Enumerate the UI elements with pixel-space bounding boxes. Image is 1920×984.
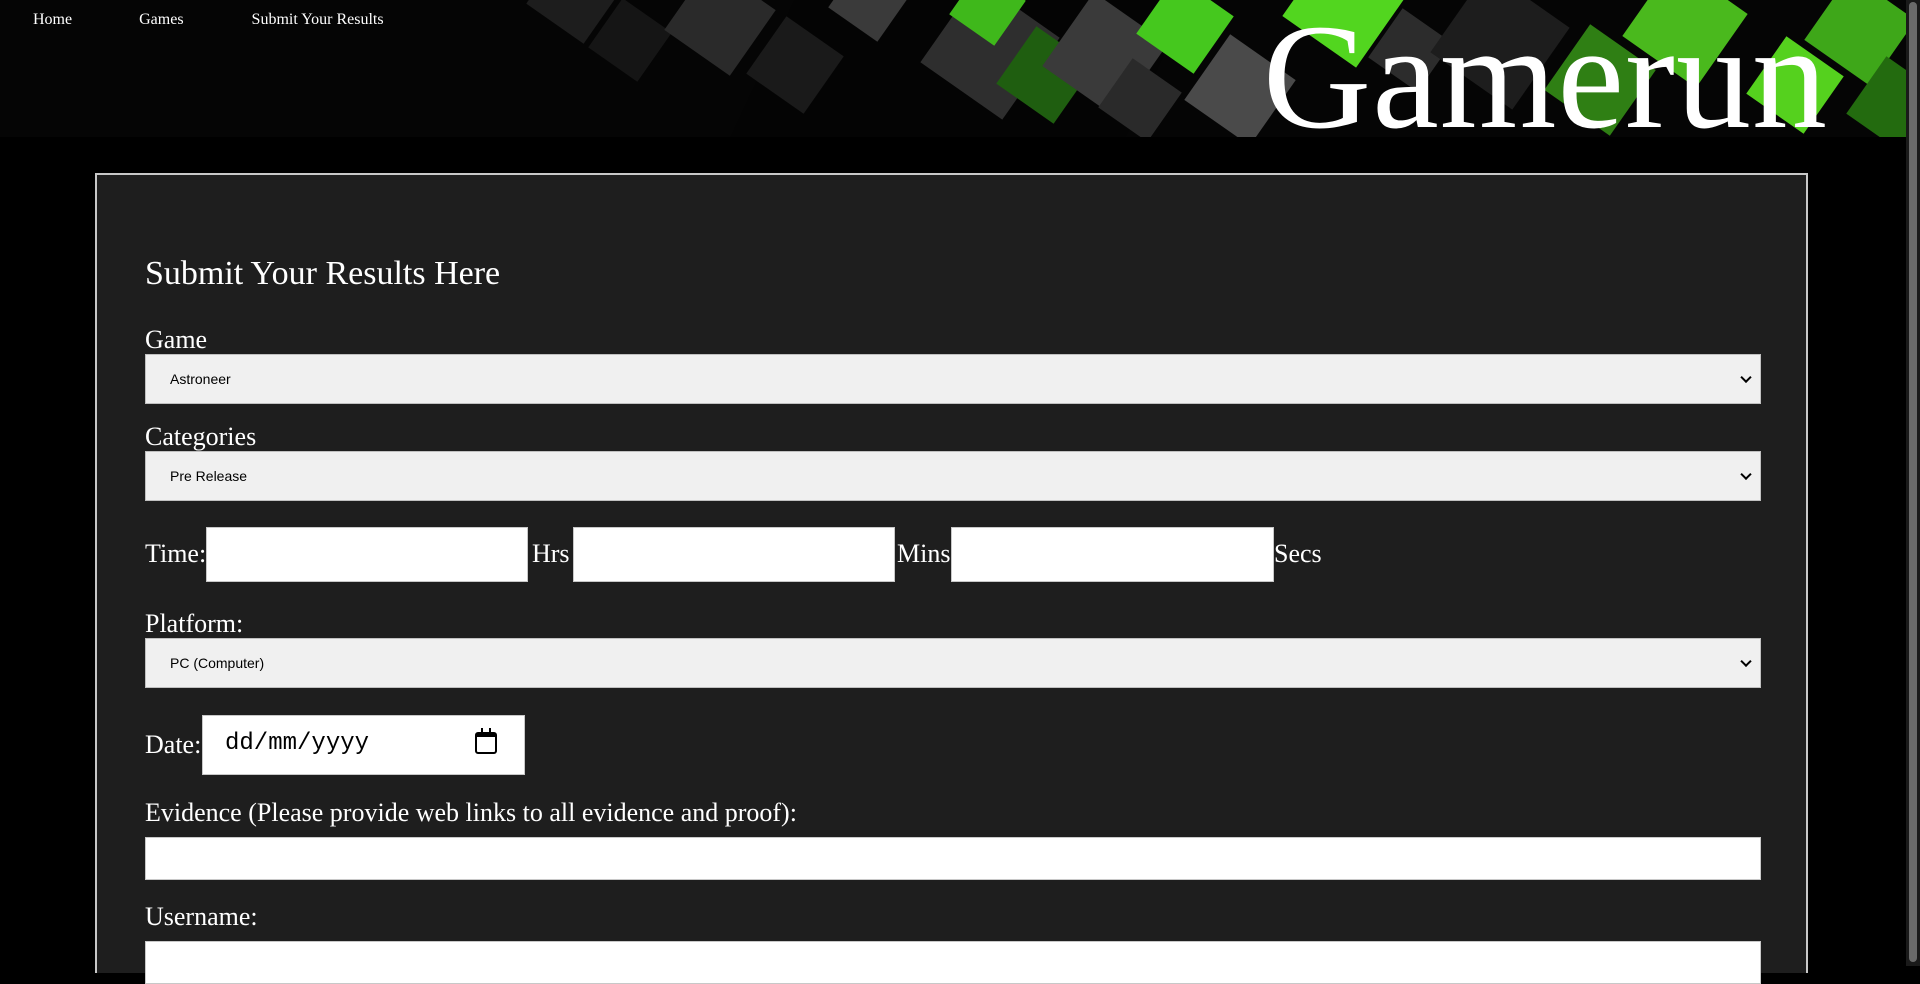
categories-select[interactable]: Pre Release [145, 451, 1761, 501]
evidence-label: Evidence (Please provide web links to al… [145, 798, 797, 827]
date-placeholder: dd/mm/yyyy [225, 730, 370, 757]
username-input[interactable] [145, 941, 1761, 984]
scrollbar-thumb[interactable] [1909, 2, 1917, 962]
nav-submit-results-link[interactable]: Submit Your Results [252, 11, 384, 29]
calendar-icon[interactable] [475, 728, 497, 754]
submit-form-panel: Submit Your Results Here Game Astroneer … [95, 173, 1808, 984]
banner-cube [828, 0, 912, 42]
username-label: Username: [145, 902, 258, 931]
form-title: Submit Your Results Here [145, 255, 501, 292]
page-scrollbar[interactable] [1906, 0, 1920, 966]
header-banner: Home Games Submit Your Results Gamerun [0, 0, 1920, 137]
top-nav: Home Games Submit Your Results [33, 11, 384, 29]
hrs-label: Hrs [532, 539, 570, 568]
nav-home-link[interactable]: Home [33, 11, 72, 29]
seconds-input[interactable] [951, 527, 1274, 582]
hours-input[interactable] [206, 527, 528, 582]
site-logo-title: Gamerun [1262, 0, 1828, 137]
platform-select-value: PC (Computer) [170, 655, 265, 671]
chevron-down-icon [1740, 371, 1752, 384]
categories-label: Categories [145, 422, 257, 451]
mins-label: Mins [897, 539, 951, 568]
date-label: Date: [145, 730, 202, 759]
date-input[interactable]: dd/mm/yyyy [202, 715, 525, 775]
chevron-down-icon [1740, 655, 1752, 668]
game-select-value: Astroneer [170, 371, 231, 387]
game-label: Game [145, 325, 208, 354]
game-select[interactable]: Astroneer [145, 354, 1761, 404]
platform-label: Platform: [145, 609, 244, 638]
platform-select[interactable]: PC (Computer) [145, 638, 1761, 688]
evidence-input[interactable] [145, 837, 1761, 880]
minutes-input[interactable] [573, 527, 895, 582]
secs-label: Secs [1274, 539, 1322, 568]
categories-select-value: Pre Release [170, 468, 248, 484]
chevron-down-icon [1740, 468, 1752, 481]
time-label: Time: [145, 539, 207, 568]
nav-games-link[interactable]: Games [139, 11, 183, 29]
